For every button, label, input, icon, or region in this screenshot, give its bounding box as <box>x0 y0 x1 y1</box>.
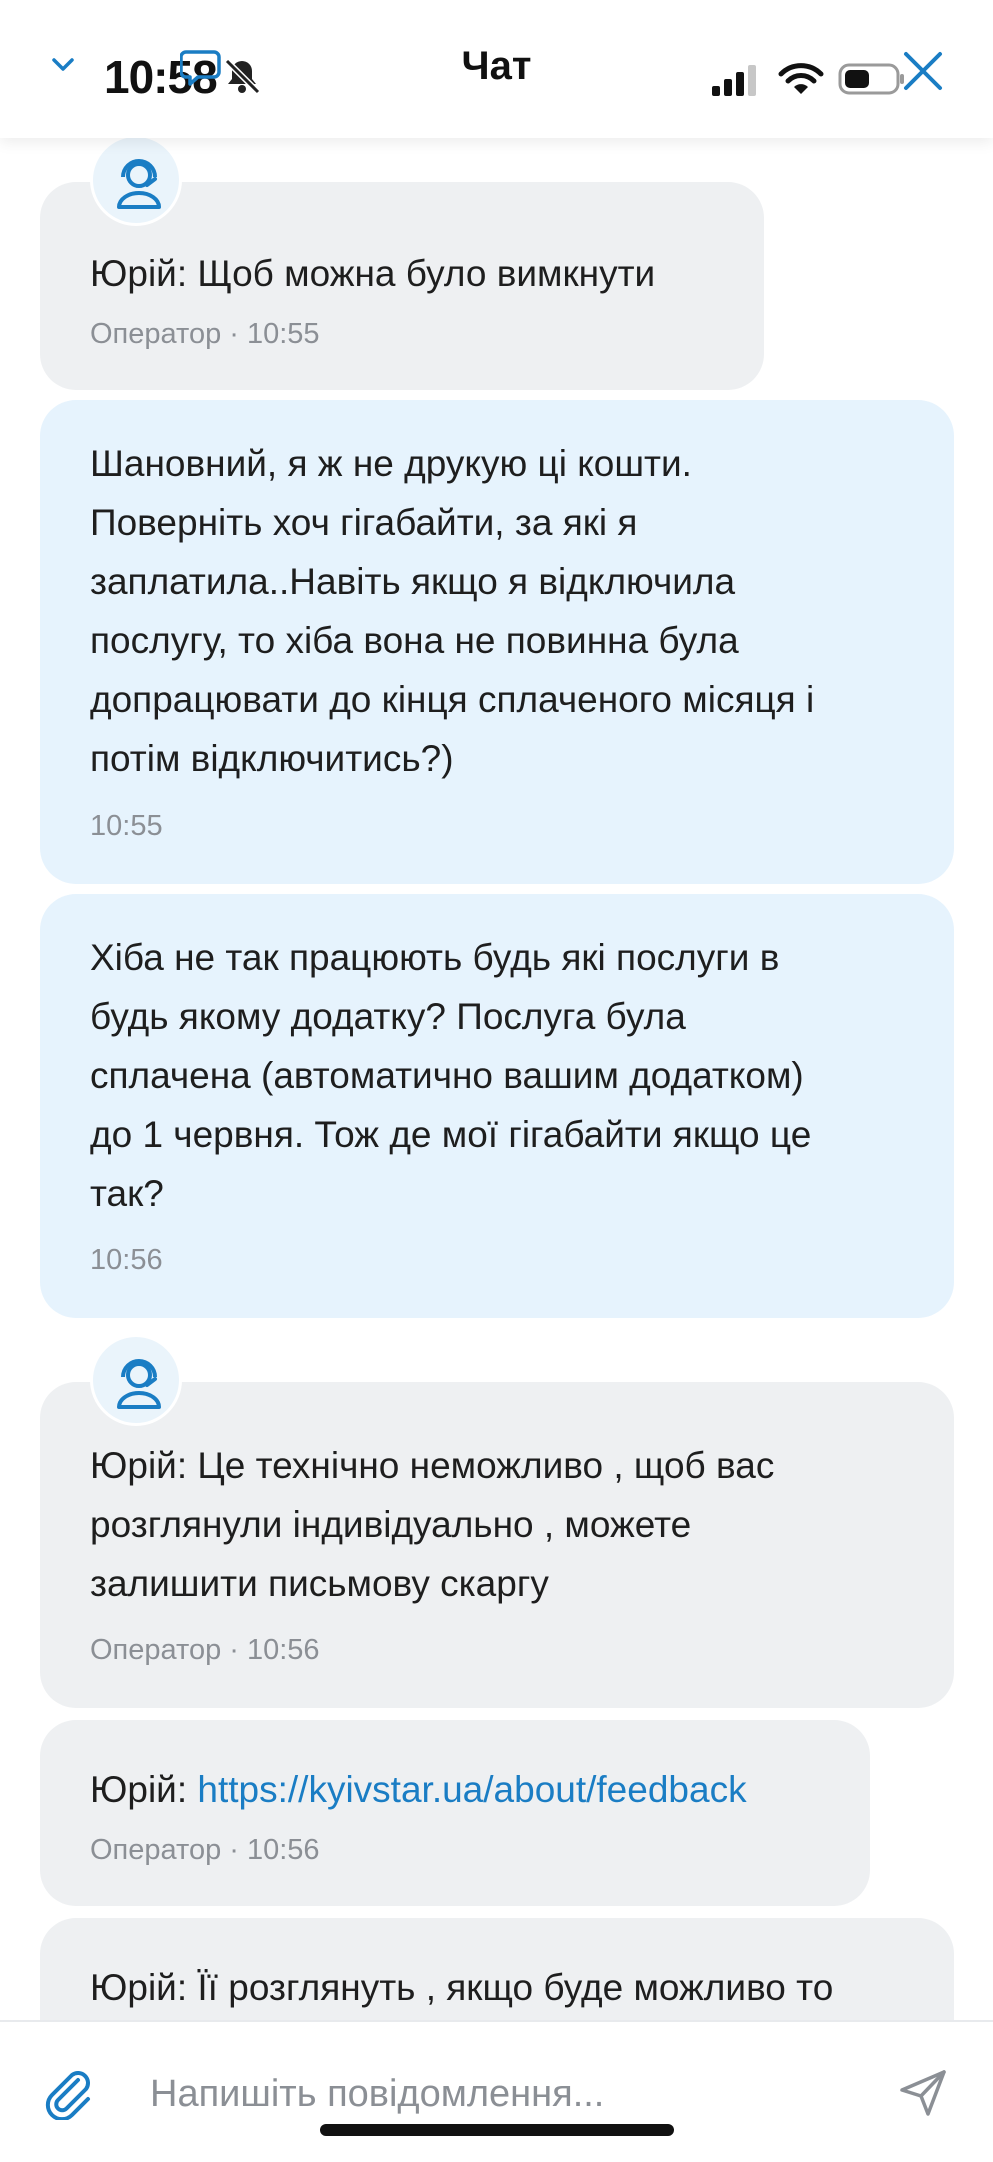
message-meta: Оператор · 10:56 <box>90 1634 320 1666</box>
message-bubble-user: Хіба не так працюють будь які послуги в … <box>40 894 954 1318</box>
message-text: Юрій: Її розглянуть , якщо буде можливо … <box>90 1967 834 2008</box>
send-icon[interactable] <box>898 2068 948 2118</box>
paperclip-icon[interactable] <box>42 2066 96 2120</box>
message-text: Хіба не так працюють будь які послуги в … <box>90 937 812 1214</box>
message-list[interactable]: Юрій: Щоб можна було вимкнути Оператор ·… <box>0 138 993 2020</box>
close-icon[interactable] <box>900 48 946 94</box>
message-text: Шановний, я ж не друкую ці кошти. Поверн… <box>90 443 815 779</box>
message-meta: 10:55 <box>90 810 163 842</box>
message-bubble-operator: Юрій: Її розглянуть , якщо буде можливо … <box>40 1918 954 2020</box>
support-agent-icon <box>117 159 161 209</box>
message-bubble-operator: Юрій: https://kyivstar.ua/about/feedback… <box>40 1720 870 1906</box>
message-composer <box>0 2020 993 2162</box>
message-text: Юрій: Щоб можна було вимкнути <box>90 253 656 294</box>
message-meta: Оператор · 10:55 <box>90 318 320 350</box>
feedback-link[interactable]: https://kyivstar.ua/about/feedback <box>197 1769 746 1810</box>
message-text: Юрій: Це технічно неможливо , щоб вас ро… <box>90 1445 775 1604</box>
operator-avatar <box>90 1334 182 1426</box>
operator-avatar <box>90 138 182 226</box>
message-bubble-operator: Юрій: Це технічно неможливо , щоб вас ро… <box>40 1382 954 1708</box>
support-agent-icon <box>117 1359 161 1409</box>
chat-header: 10:58 Чат <box>0 0 993 138</box>
message-input[interactable] <box>148 2060 832 2128</box>
home-indicator <box>320 2124 674 2136</box>
message-meta: 10:56 <box>90 1244 163 1276</box>
cellular-signal-icon <box>712 65 756 96</box>
battery-icon <box>838 63 904 95</box>
message-meta: Оператор · 10:56 <box>90 1834 320 1866</box>
message-bubble-user: Шановний, я ж не друкую ці кошти. Поверн… <box>40 400 954 884</box>
message-text: Юрій: https://kyivstar.ua/about/feedback <box>90 1769 747 1810</box>
wifi-icon <box>778 63 824 94</box>
